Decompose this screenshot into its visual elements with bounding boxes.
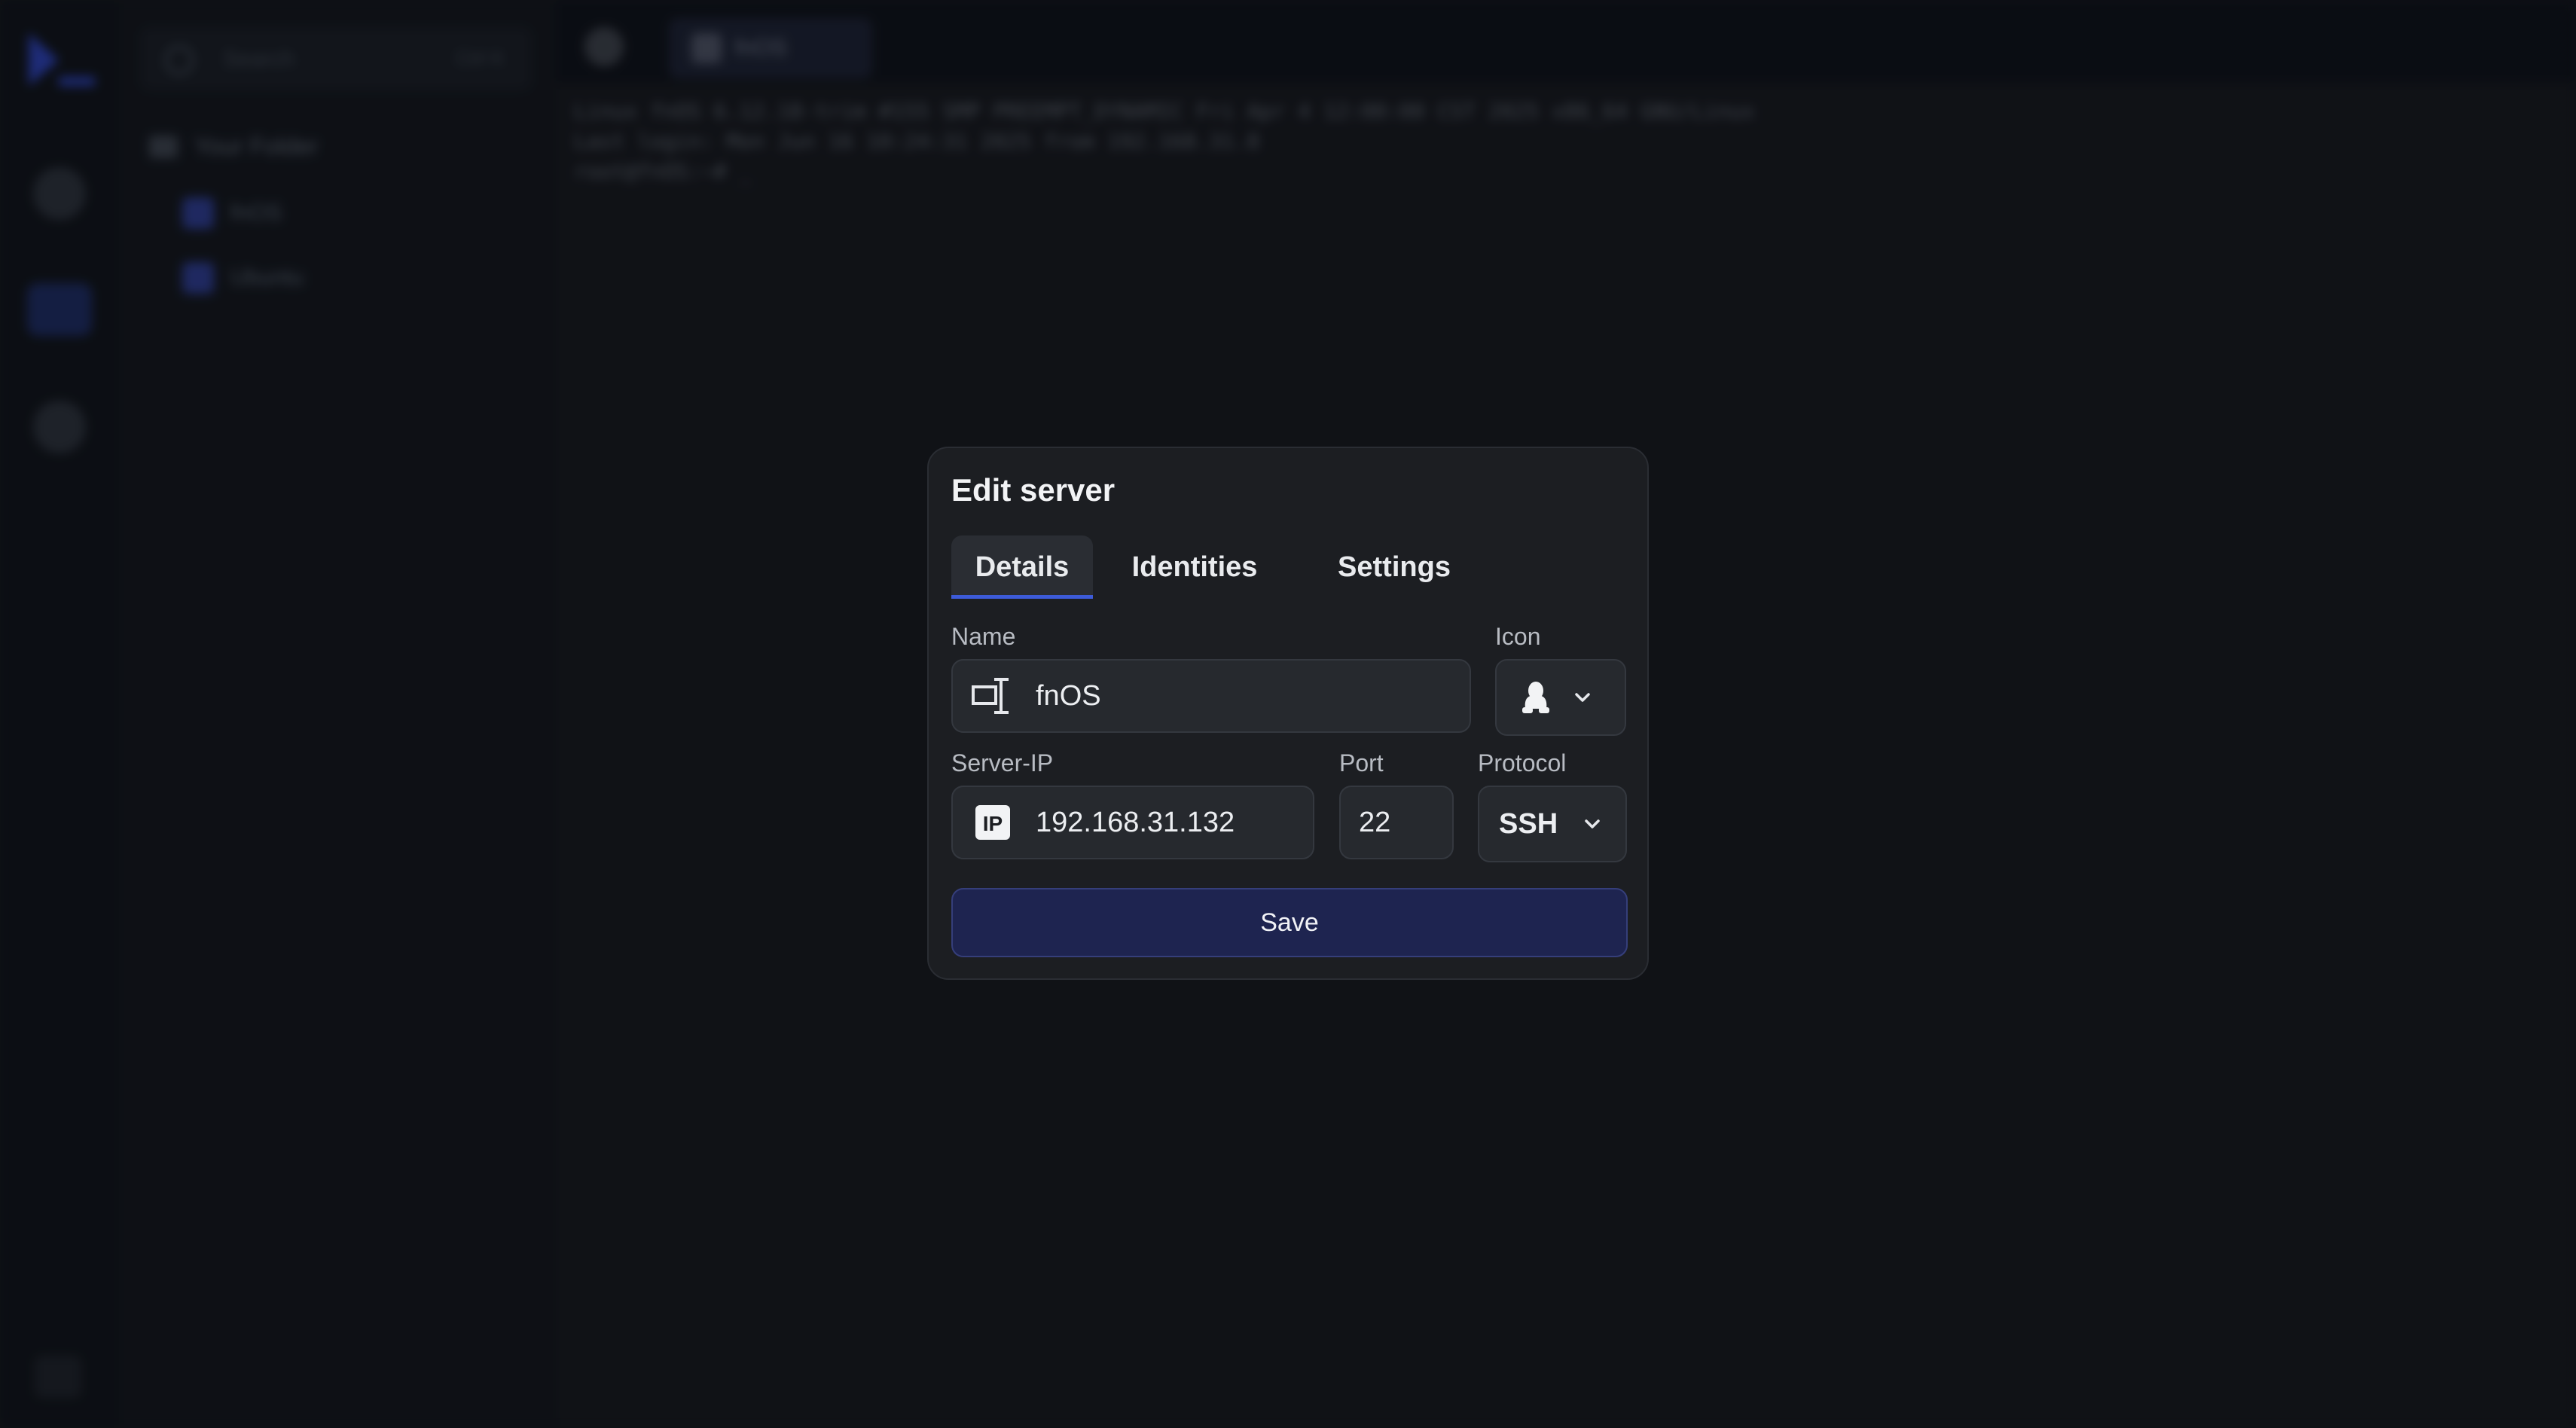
server-icon bbox=[971, 675, 1013, 717]
protocol-label: Protocol bbox=[1478, 749, 1567, 777]
icon-select[interactable] bbox=[1495, 659, 1626, 736]
protocol-value: SSH bbox=[1499, 807, 1558, 840]
protocol-select[interactable]: SSH bbox=[1478, 786, 1627, 862]
name-value: fnOS bbox=[1036, 679, 1101, 712]
tab-details[interactable]: Details bbox=[951, 536, 1093, 599]
port-field[interactable]: 22 bbox=[1339, 786, 1454, 859]
save-button[interactable]: Save bbox=[951, 888, 1628, 957]
tab-identities[interactable]: Identities bbox=[1116, 536, 1274, 599]
ip-icon: IP bbox=[974, 804, 1012, 841]
svg-text:IP: IP bbox=[983, 812, 1003, 835]
linux-tux-icon bbox=[1522, 682, 1549, 713]
server-ip-value: 192.168.31.132 bbox=[1036, 806, 1235, 838]
server-ip-field[interactable]: IP 192.168.31.132 bbox=[951, 786, 1314, 859]
chevron-down-icon bbox=[1585, 819, 1600, 828]
tab-settings[interactable]: Settings bbox=[1314, 536, 1474, 599]
port-label: Port bbox=[1339, 749, 1384, 777]
port-value: 22 bbox=[1359, 806, 1391, 838]
name-field[interactable]: fnOS bbox=[951, 659, 1471, 733]
chevron-down-icon bbox=[1575, 693, 1590, 702]
name-label: Name bbox=[951, 623, 1016, 650]
dialog-tabs: Details Identities Settings bbox=[951, 536, 1474, 599]
server-ip-label: Server-IP bbox=[951, 749, 1054, 777]
icon-label: Icon bbox=[1495, 623, 1541, 650]
dialog-title: Edit server bbox=[951, 472, 1116, 508]
edit-server-dialog: Edit server Details Identities Settings … bbox=[927, 447, 1649, 980]
